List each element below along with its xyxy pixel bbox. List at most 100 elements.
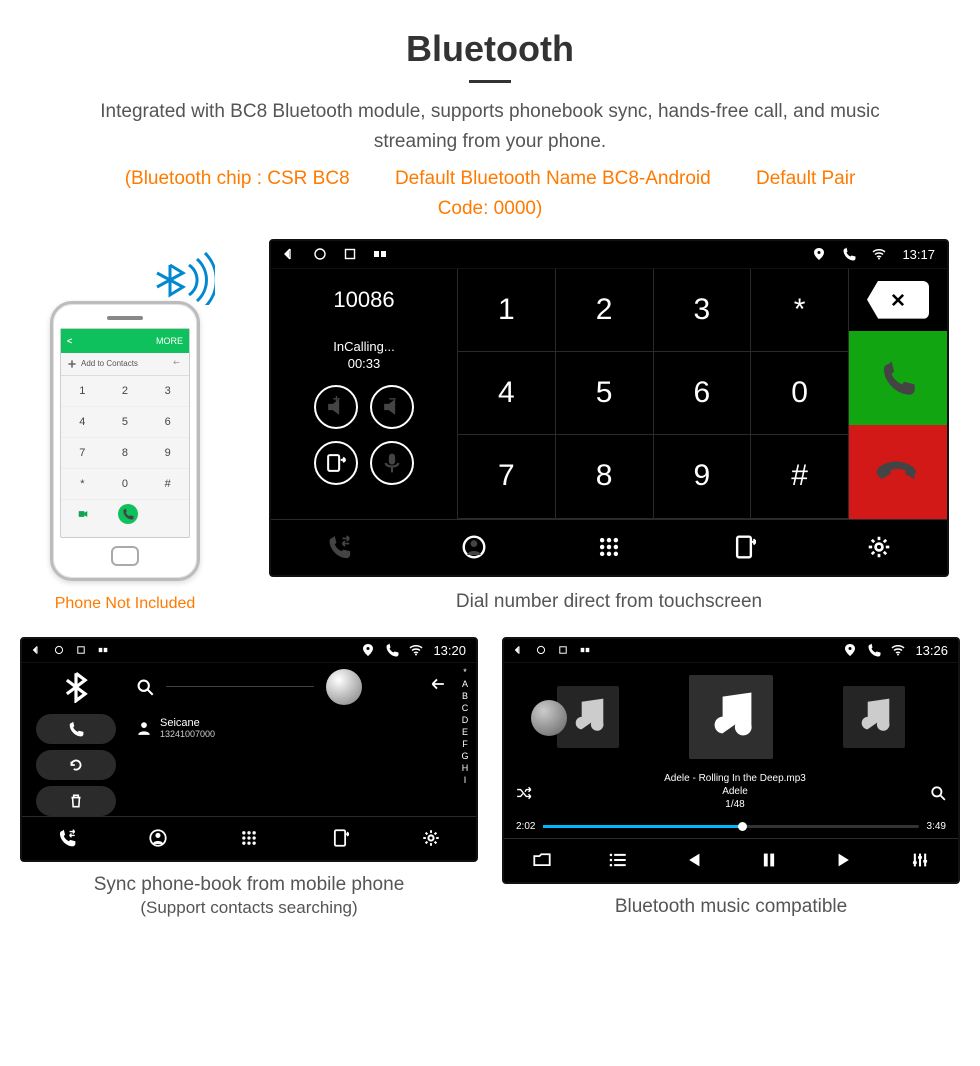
phonebook-screen: 13:20 bbox=[20, 637, 478, 862]
music-eq-button[interactable] bbox=[882, 839, 958, 882]
album-art-prev[interactable] bbox=[557, 686, 619, 748]
phone-home-button[interactable] bbox=[111, 546, 139, 566]
dial-key[interactable]: 2 bbox=[556, 269, 654, 352]
music-screen: 13:26 Adele - Rolling In the Deep.mp3 bbox=[502, 637, 960, 884]
dial-pad: 1 2 3 * 4 5 6 0 7 8 9 # bbox=[457, 269, 849, 519]
dialed-number: 10086 bbox=[333, 287, 394, 313]
nav-dialpad[interactable] bbox=[541, 520, 676, 575]
title-underline bbox=[469, 80, 511, 83]
status-time: 13:17 bbox=[902, 247, 935, 262]
nav-call-log[interactable] bbox=[271, 520, 406, 575]
dial-key[interactable]: 1 bbox=[458, 269, 556, 352]
search-icon[interactable] bbox=[136, 678, 154, 696]
phone-app-topbar: < MORE bbox=[61, 329, 189, 353]
nav-settings[interactable] bbox=[385, 817, 476, 860]
recent-icon[interactable] bbox=[343, 247, 357, 261]
music-pause-button[interactable] bbox=[731, 839, 807, 882]
music-search-button[interactable] bbox=[930, 785, 946, 801]
progress-slider[interactable] bbox=[543, 825, 918, 828]
contact-row[interactable]: Seicane 13241007000 bbox=[136, 711, 448, 745]
phone-dial-button[interactable] bbox=[118, 504, 138, 524]
status-time: 13:26 bbox=[915, 643, 948, 658]
dial-key[interactable]: # bbox=[751, 435, 849, 518]
splitscreen-icon[interactable] bbox=[373, 247, 387, 261]
phone-add-label: Add to Contacts bbox=[81, 359, 138, 368]
alpha-index[interactable]: *ABCDEFGHI bbox=[454, 663, 476, 816]
nav-settings[interactable] bbox=[812, 520, 947, 575]
volume-up-button[interactable] bbox=[314, 385, 358, 429]
phone-keypad[interactable]: 123 456 789 *0# bbox=[61, 376, 189, 500]
album-art-current[interactable] bbox=[689, 675, 773, 759]
search-input[interactable] bbox=[166, 686, 314, 687]
music-nav-playlist[interactable] bbox=[580, 839, 656, 882]
phone-video-icon[interactable] bbox=[73, 504, 93, 524]
track-index: 1/48 bbox=[548, 798, 922, 811]
answer-call-button[interactable] bbox=[849, 331, 947, 425]
phonebook-caption: Sync phone-book from mobile phone bbox=[20, 874, 478, 896]
wifi-icon bbox=[409, 643, 423, 657]
back-icon[interactable] bbox=[32, 645, 42, 655]
contact-number: 13241007000 bbox=[160, 729, 215, 739]
phonebook-caption-sub: (Support contacts searching) bbox=[20, 898, 478, 918]
phone-add-contact-row[interactable]: Add to Contacts bbox=[61, 353, 189, 376]
home-icon[interactable] bbox=[313, 247, 327, 261]
music-nav-folder[interactable] bbox=[504, 839, 580, 882]
total-time: 3:49 bbox=[927, 821, 946, 832]
person-icon bbox=[136, 720, 152, 736]
recent-icon[interactable] bbox=[558, 645, 568, 655]
pb-refresh-button[interactable] bbox=[36, 750, 116, 780]
dial-key[interactable]: 6 bbox=[654, 352, 752, 435]
phone-status-icon bbox=[385, 643, 399, 657]
dial-key[interactable]: 3 bbox=[654, 269, 752, 352]
recent-icon[interactable] bbox=[76, 645, 86, 655]
nav-device-sync[interactable] bbox=[677, 520, 812, 575]
status-time: 13:20 bbox=[433, 643, 466, 658]
phone-status-icon bbox=[867, 643, 881, 657]
dial-key[interactable]: 5 bbox=[556, 352, 654, 435]
phone-more-label: MORE bbox=[156, 336, 183, 346]
dial-key[interactable]: 8 bbox=[556, 435, 654, 518]
smartphone-mockup: < MORE Add to Contacts 123 456 789 *0# bbox=[50, 301, 200, 581]
loading-indicator-icon bbox=[326, 669, 362, 705]
album-art-next[interactable] bbox=[843, 686, 905, 748]
back-icon[interactable] bbox=[283, 247, 297, 261]
back-arrow-button[interactable] bbox=[426, 676, 448, 697]
elapsed-time: 2:02 bbox=[516, 821, 535, 832]
splitscreen-icon[interactable] bbox=[98, 645, 108, 655]
backspace-button[interactable] bbox=[867, 281, 929, 319]
spec-chip: (Bluetooth chip : CSR BC8 bbox=[125, 168, 350, 189]
home-icon[interactable] bbox=[54, 645, 64, 655]
end-call-button[interactable] bbox=[849, 425, 947, 519]
wifi-icon bbox=[891, 643, 905, 657]
home-icon[interactable] bbox=[536, 645, 546, 655]
mute-mic-button[interactable] bbox=[370, 441, 414, 485]
bluetooth-specs: (Bluetooth chip : CSR BC8 Default Blueto… bbox=[0, 158, 980, 239]
bottom-nav bbox=[271, 519, 947, 575]
back-icon[interactable] bbox=[514, 645, 524, 655]
dial-key[interactable]: 7 bbox=[458, 435, 556, 518]
location-icon bbox=[361, 643, 375, 657]
music-prev-button[interactable] bbox=[655, 839, 731, 882]
dial-key[interactable]: 0 bbox=[751, 352, 849, 435]
volume-down-button[interactable] bbox=[370, 385, 414, 429]
nav-dialpad[interactable] bbox=[204, 817, 295, 860]
dial-key[interactable]: 9 bbox=[654, 435, 752, 518]
nav-call-log[interactable] bbox=[22, 817, 113, 860]
pb-dial-button[interactable] bbox=[36, 714, 116, 744]
nav-device-sync[interactable] bbox=[294, 817, 385, 860]
shuffle-button[interactable] bbox=[516, 785, 532, 801]
dialer-screen: 13:17 10086 InCalling... 00:33 bbox=[269, 239, 949, 577]
wifi-icon bbox=[872, 247, 886, 261]
track-filename: Adele - Rolling In the Deep.mp3 bbox=[548, 772, 922, 785]
nav-contacts[interactable] bbox=[406, 520, 541, 575]
location-icon bbox=[812, 247, 826, 261]
dial-key[interactable]: 4 bbox=[458, 352, 556, 435]
status-bar: 13:17 bbox=[271, 241, 947, 269]
nav-contacts[interactable] bbox=[113, 817, 204, 860]
call-timer: 00:33 bbox=[348, 356, 381, 371]
dial-key[interactable]: * bbox=[751, 269, 849, 352]
pb-delete-button[interactable] bbox=[36, 786, 116, 816]
music-next-button[interactable] bbox=[807, 839, 883, 882]
splitscreen-icon[interactable] bbox=[580, 645, 590, 655]
audio-route-button[interactable] bbox=[314, 441, 358, 485]
